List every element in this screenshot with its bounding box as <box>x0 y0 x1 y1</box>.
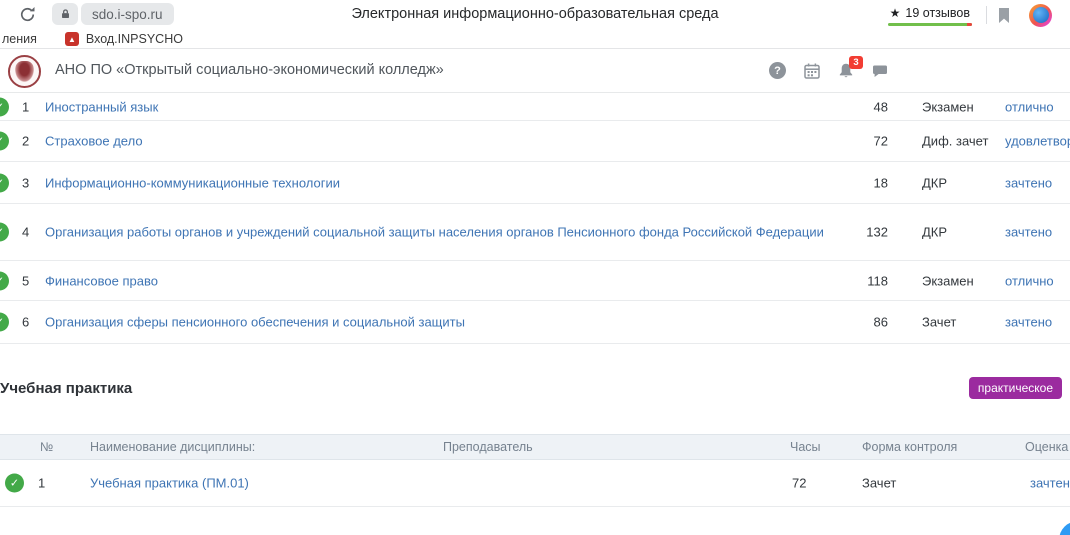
status-check-icon: ✓ <box>0 173 9 192</box>
row-number: 1 <box>22 99 42 114</box>
address-bar[interactable]: sdo.i-spo.ru <box>52 3 174 25</box>
practice-section-title: Учебная практика <box>0 380 132 397</box>
grade-link[interactable]: отлично <box>1005 273 1054 288</box>
reload-icon[interactable] <box>16 3 38 25</box>
column-discipline: Наименование дисциплины: <box>90 440 255 454</box>
grade-link[interactable]: удовлетворительно <box>1005 134 1070 149</box>
bookmark-item-cut[interactable]: ления <box>2 32 37 46</box>
star-icon: ★ <box>890 6 901 20</box>
column-hours: Часы <box>790 440 821 454</box>
hours-value: 48 <box>830 99 888 114</box>
course-row: ✓ 3 Информационно-коммуникационные техно… <box>0 162 1070 204</box>
bookmark-label: Вход.INPSYCHO <box>86 32 183 46</box>
bookmark-item-inpsycho[interactable]: ▲ Вход.INPSYCHO <box>65 32 183 46</box>
hours-value: 132 <box>830 225 888 240</box>
grade-link[interactable]: зачтено <box>1030 476 1070 491</box>
row-number: 5 <box>22 273 42 288</box>
discipline-link[interactable]: Финансовое право <box>45 273 875 289</box>
browser-actions: ★ 19 отзывов <box>882 0 1070 30</box>
notifications-bell-icon[interactable]: 3 <box>836 61 855 80</box>
control-form: ДКР <box>922 175 947 190</box>
control-form: Зачет <box>862 476 896 491</box>
toolbar-divider <box>986 6 987 24</box>
control-form: ДКР <box>922 225 947 240</box>
page-title: Электронная информационно-образовательна… <box>240 6 830 22</box>
floating-action-button[interactable] <box>1059 521 1070 535</box>
discipline-link[interactable]: Организация сферы пенсионного обеспечени… <box>45 314 875 330</box>
column-control: Форма контроля <box>862 440 957 454</box>
status-check-icon: ✓ <box>0 313 9 332</box>
status-check-icon: ✓ <box>0 132 9 151</box>
row-number: 6 <box>22 315 42 330</box>
bookmark-icon[interactable] <box>997 7 1011 24</box>
discipline-link[interactable]: Организация работы органов и учреждений … <box>45 224 875 240</box>
grade-link[interactable]: зачтено <box>1005 175 1052 190</box>
row-number: 4 <box>22 225 42 240</box>
hours-value: 72 <box>792 476 806 491</box>
url-domain[interactable]: sdo.i-spo.ru <box>81 3 174 25</box>
grade-link[interactable]: зачтено <box>1005 315 1052 330</box>
calendar-icon[interactable] <box>802 61 821 80</box>
college-emblem-icon <box>15 61 34 82</box>
course-row: ✓ 6 Организация сферы пенсионного обеспе… <box>0 301 1070 344</box>
profile-avatar[interactable] <box>1029 4 1052 27</box>
bookmark-favicon-icon: ▲ <box>65 32 79 46</box>
reviews-count-label: 19 отзывов <box>905 6 970 20</box>
control-form: Зачет <box>922 315 956 330</box>
bookmarks-bar: ления ▲ Вход.INPSYCHO <box>0 30 1070 49</box>
column-grade: Оценка <box>1025 440 1068 454</box>
practice-link[interactable]: Учебная практика (ПМ.01) <box>90 476 249 491</box>
control-form: Диф. зачет <box>922 134 988 149</box>
status-check-icon: ✓ <box>0 223 9 242</box>
grade-link[interactable]: отлично <box>1005 99 1054 114</box>
header-icons: ? 3 <box>768 61 889 80</box>
discipline-link[interactable]: Иностранный язык <box>45 99 875 115</box>
hours-value: 18 <box>830 175 888 190</box>
status-check-icon: ✓ <box>5 474 24 493</box>
status-check-icon: ✓ <box>0 97 9 116</box>
hours-value: 72 <box>830 134 888 149</box>
discipline-link[interactable]: Страховое дело <box>45 133 875 149</box>
column-number: № <box>40 440 53 454</box>
notifications-count-badge: 3 <box>849 56 863 69</box>
status-check-icon: ✓ <box>0 271 9 290</box>
browser-toolbar: sdo.i-spo.ru Электронная информационно-о… <box>0 0 1070 30</box>
rating-bar <box>888 23 972 26</box>
site-reviews-button[interactable]: ★ 19 отзывов <box>882 2 978 28</box>
hours-value: 86 <box>830 315 888 330</box>
practice-type-badge: практическое <box>969 377 1062 399</box>
practice-table-header: № Наименование дисциплины: Преподаватель… <box>0 434 1070 460</box>
row-number: 3 <box>22 175 42 190</box>
course-row: ✓ 4 Организация работы органов и учрежде… <box>0 204 1070 261</box>
control-form: Экзамен <box>922 99 974 114</box>
course-row: ✓ 5 Финансовое право 118 Экзамен отлично <box>0 261 1070 301</box>
hours-value: 118 <box>830 273 888 288</box>
course-row: ✓ 2 Страховое дело 72 Диф. зачет удовлет… <box>0 121 1070 162</box>
avatar-inner <box>1033 7 1049 23</box>
college-name: АНО ПО «Открытый социально-экономический… <box>55 62 444 78</box>
grade-link[interactable]: зачтено <box>1005 225 1052 240</box>
lock-icon[interactable] <box>52 3 78 25</box>
practice-row: ✓ 1 Учебная практика (ПМ.01) 72 Зачет за… <box>0 460 1070 507</box>
help-icon[interactable]: ? <box>768 61 787 80</box>
site-header: АНО ПО «Открытый социально-экономический… <box>0 49 1070 93</box>
practice-section-header: Учебная практика практическое <box>0 344 1070 434</box>
row-number: 2 <box>22 134 42 149</box>
courses-table: ✓ 1 Иностранный язык 48 Экзамен отлично … <box>0 93 1070 344</box>
discipline-link[interactable]: Информационно-коммуникационные технологи… <box>45 175 875 191</box>
messages-icon[interactable] <box>870 61 889 80</box>
college-logo[interactable] <box>8 55 41 88</box>
column-teacher: Преподаватель <box>443 440 533 454</box>
course-row: ✓ 1 Иностранный язык 48 Экзамен отлично <box>0 93 1070 121</box>
control-form: Экзамен <box>922 273 974 288</box>
row-number: 1 <box>38 476 45 491</box>
